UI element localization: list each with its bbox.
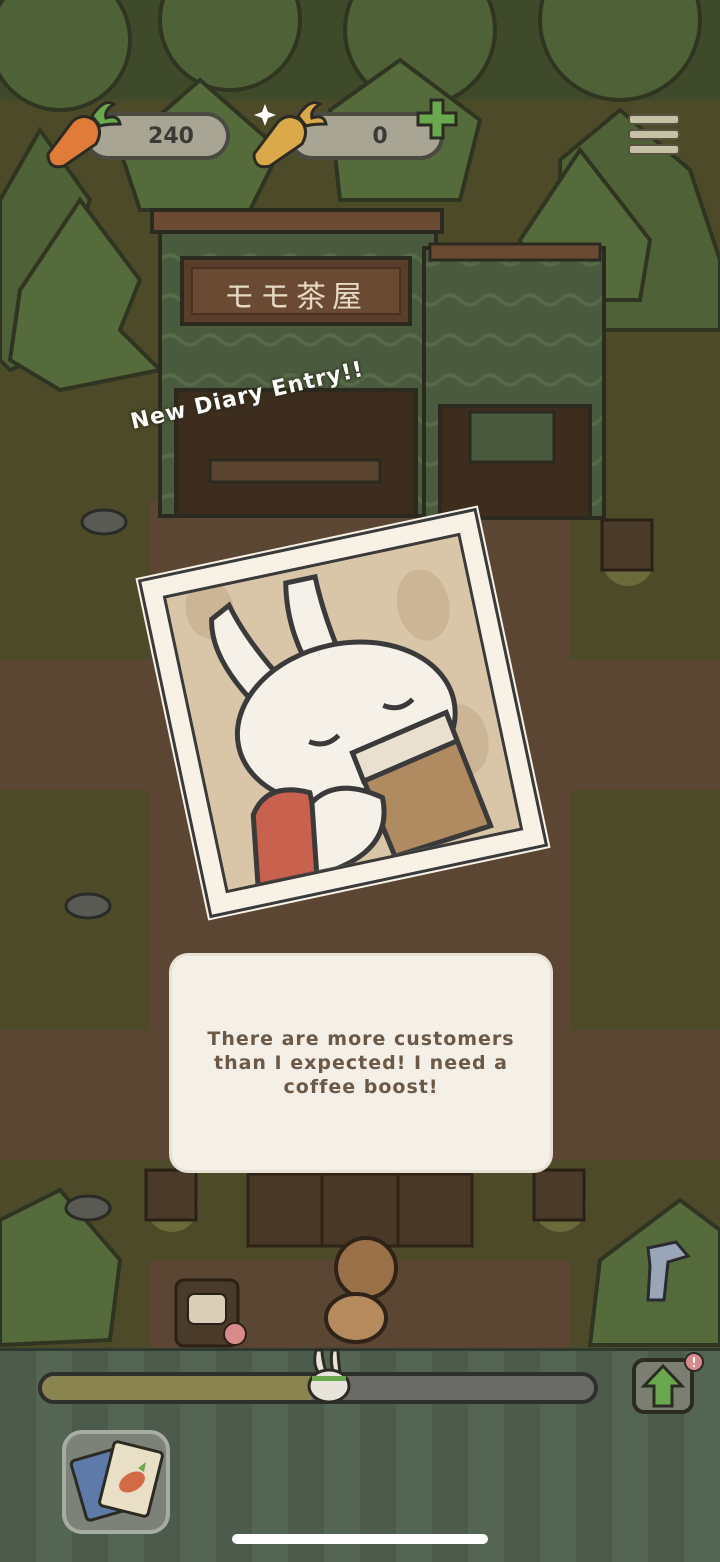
diary-photo[interactable]	[137, 507, 549, 919]
bunny-coffee-illustration	[162, 532, 524, 894]
plus-icon[interactable]	[414, 96, 460, 142]
golden-carrot-count: 0	[372, 123, 388, 149]
cards-icon[interactable]	[60, 1428, 172, 1536]
bunny-drinking-coffee-icon	[166, 535, 523, 892]
bunny-progress-marker-icon	[307, 1348, 351, 1404]
home-indicator[interactable]	[232, 1534, 488, 1544]
progress-fill	[42, 1376, 313, 1400]
task-board	[174, 1278, 247, 1348]
carrot-count: 240	[148, 123, 194, 149]
golden-carrot-icon	[252, 101, 328, 169]
carrot-icon	[46, 101, 122, 169]
up-arrow-icon[interactable]	[630, 1352, 706, 1416]
shop-sign-text: モモ茶屋	[224, 280, 368, 315]
hamburger-menu-icon[interactable]	[628, 114, 680, 162]
diary-message-box[interactable]: There are more customers than I expected…	[172, 956, 550, 1170]
diary-message: There are more customers than I expected…	[207, 1028, 515, 1098]
